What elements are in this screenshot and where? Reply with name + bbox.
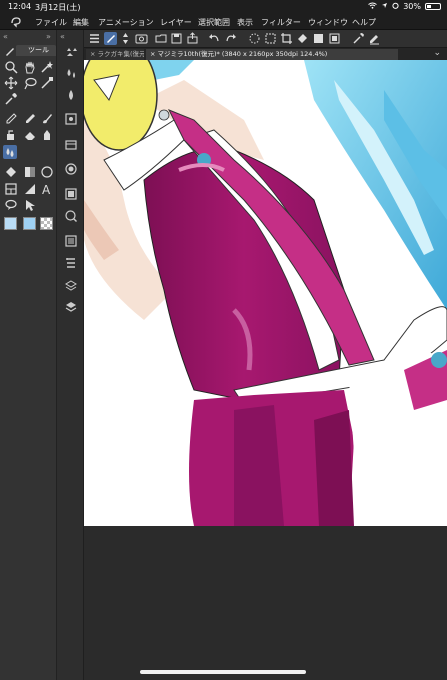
menu-animation[interactable]: アニメーション (98, 17, 154, 28)
figure-icon[interactable] (40, 165, 54, 179)
frame-icon[interactable] (4, 182, 18, 196)
document-tab-rakugaki[interactable]: × ラクガキ集(復元) (86, 49, 144, 60)
status-date: 3月12日(土) (35, 3, 81, 12)
ruler-icon[interactable] (23, 182, 37, 196)
subtool-6-icon[interactable] (64, 162, 78, 176)
menu-filter[interactable]: フィルター (261, 17, 301, 28)
crop-icon[interactable] (280, 32, 293, 45)
subtool-8-icon[interactable] (64, 209, 78, 223)
document-tab-label: マジミラ10th(復元)* (3840 x 2160px 350dpi 124.… (157, 50, 328, 58)
subtool-2-icon[interactable] (64, 66, 78, 80)
menu-icon[interactable] (88, 32, 101, 45)
main-color-swatch[interactable] (4, 217, 17, 230)
subtool-5-icon[interactable] (64, 138, 78, 152)
battery-percent: 30% (403, 2, 421, 11)
move-icon[interactable] (4, 76, 18, 90)
subpanel-collapse-icon[interactable]: « (60, 32, 65, 41)
reverse-selection-icon[interactable] (328, 32, 341, 45)
tab-close-icon[interactable]: × (90, 50, 98, 58)
status-time: 12:04 (8, 2, 32, 11)
redo-icon[interactable] (224, 32, 237, 45)
hand-icon[interactable] (23, 60, 37, 74)
menu-file[interactable]: ファイル (35, 17, 67, 28)
collapse-right-icon[interactable]: » (46, 32, 51, 41)
subtool-10-icon[interactable] (64, 256, 78, 270)
fill-icon[interactable] (4, 165, 18, 179)
subtool-3-icon[interactable] (64, 88, 78, 102)
menu-window[interactable]: ウィンドウ (308, 17, 348, 28)
pen-icon[interactable] (4, 111, 18, 125)
blend-icon[interactable] (40, 128, 54, 142)
edit-layer-icon[interactable] (368, 32, 381, 45)
battery-icon (425, 3, 441, 10)
sub-tool-panel: « (57, 30, 84, 680)
menu-edit[interactable]: 編集 (73, 17, 89, 28)
status-right: 30% (368, 2, 441, 11)
alarm-icon (392, 2, 399, 11)
status-bar: 12:04 3月12日(土) 30% (0, 0, 447, 14)
fill-icon[interactable] (296, 32, 309, 45)
selection-tool-icon[interactable] (119, 32, 132, 45)
brush-icon[interactable] (40, 111, 54, 125)
menu-help[interactable]: ヘルプ (352, 17, 376, 28)
subtool-7-icon[interactable] (64, 187, 78, 201)
zoom-icon[interactable] (4, 60, 18, 74)
collapse-left-icon[interactable]: « (3, 32, 8, 41)
drawing-canvas[interactable] (84, 60, 447, 526)
artwork (84, 60, 447, 526)
transparent-color-swatch[interactable] (40, 217, 53, 230)
document-tabs: × ラクガキ集(復元) × マジミラ10th(復元)* (3840 x 2160… (84, 48, 447, 60)
eraser-icon[interactable] (23, 128, 37, 142)
selection-pen-icon[interactable] (40, 76, 54, 90)
home-indicator[interactable] (140, 670, 306, 674)
subtool-4-icon[interactable] (64, 112, 78, 126)
export-icon[interactable] (186, 32, 199, 45)
tab-close-icon[interactable]: × (150, 50, 158, 58)
menu-view[interactable]: 表示 (237, 17, 253, 28)
eyedropper-icon[interactable] (352, 32, 365, 45)
lasso-icon[interactable] (23, 76, 37, 90)
subtool-1-icon[interactable] (64, 45, 78, 59)
menu-bar: ファイル 編集 アニメーション レイヤー 選択範囲 表示 フィルター ウィンドウ… (0, 14, 447, 30)
camera-icon[interactable] (135, 32, 148, 45)
gradient-icon[interactable] (23, 165, 37, 179)
document-tab-label: ラクガキ集(復元) (97, 50, 144, 58)
menu-selection[interactable]: 選択範囲 (198, 17, 230, 28)
save-icon[interactable] (170, 32, 183, 45)
layers-icon[interactable] (64, 300, 78, 314)
eyedropper-icon[interactable] (4, 92, 18, 106)
document-tab-active[interactable]: × マジミラ10th(復元)* (3840 x 2160px 350dpi 12… (146, 49, 398, 60)
subtool-11-icon[interactable] (64, 279, 78, 293)
pencil-icon[interactable] (23, 111, 37, 125)
balloon-icon[interactable] (4, 198, 18, 212)
app-logo-icon[interactable] (10, 16, 22, 28)
subtool-9-icon[interactable] (64, 234, 78, 248)
text-icon[interactable]: A (40, 182, 54, 196)
menu-layer[interactable]: レイヤー (160, 17, 192, 28)
pen-tab-icon[interactable] (3, 44, 17, 58)
command-bar (84, 30, 447, 48)
airbrush-icon[interactable] (4, 128, 18, 142)
drop-blend-icon[interactable] (3, 145, 17, 159)
pen-tool-icon[interactable] (104, 32, 117, 45)
clear-selection-icon[interactable] (248, 32, 261, 45)
object-select-icon[interactable] (23, 198, 37, 212)
svg-text:A: A (42, 183, 51, 196)
location-icon (381, 2, 388, 11)
tool-tab[interactable]: ツール (16, 45, 56, 56)
undo-icon[interactable] (208, 32, 221, 45)
wifi-icon (368, 2, 378, 11)
magic-wand-icon[interactable] (40, 60, 54, 74)
sub-color-swatch[interactable] (23, 217, 36, 230)
folder-open-icon[interactable] (155, 32, 168, 45)
workspace-background (84, 526, 447, 680)
transform-icon[interactable] (264, 32, 277, 45)
fill-layer-icon[interactable] (312, 32, 325, 45)
collapse-chevron-icon[interactable]: ⌄ (433, 48, 441, 58)
